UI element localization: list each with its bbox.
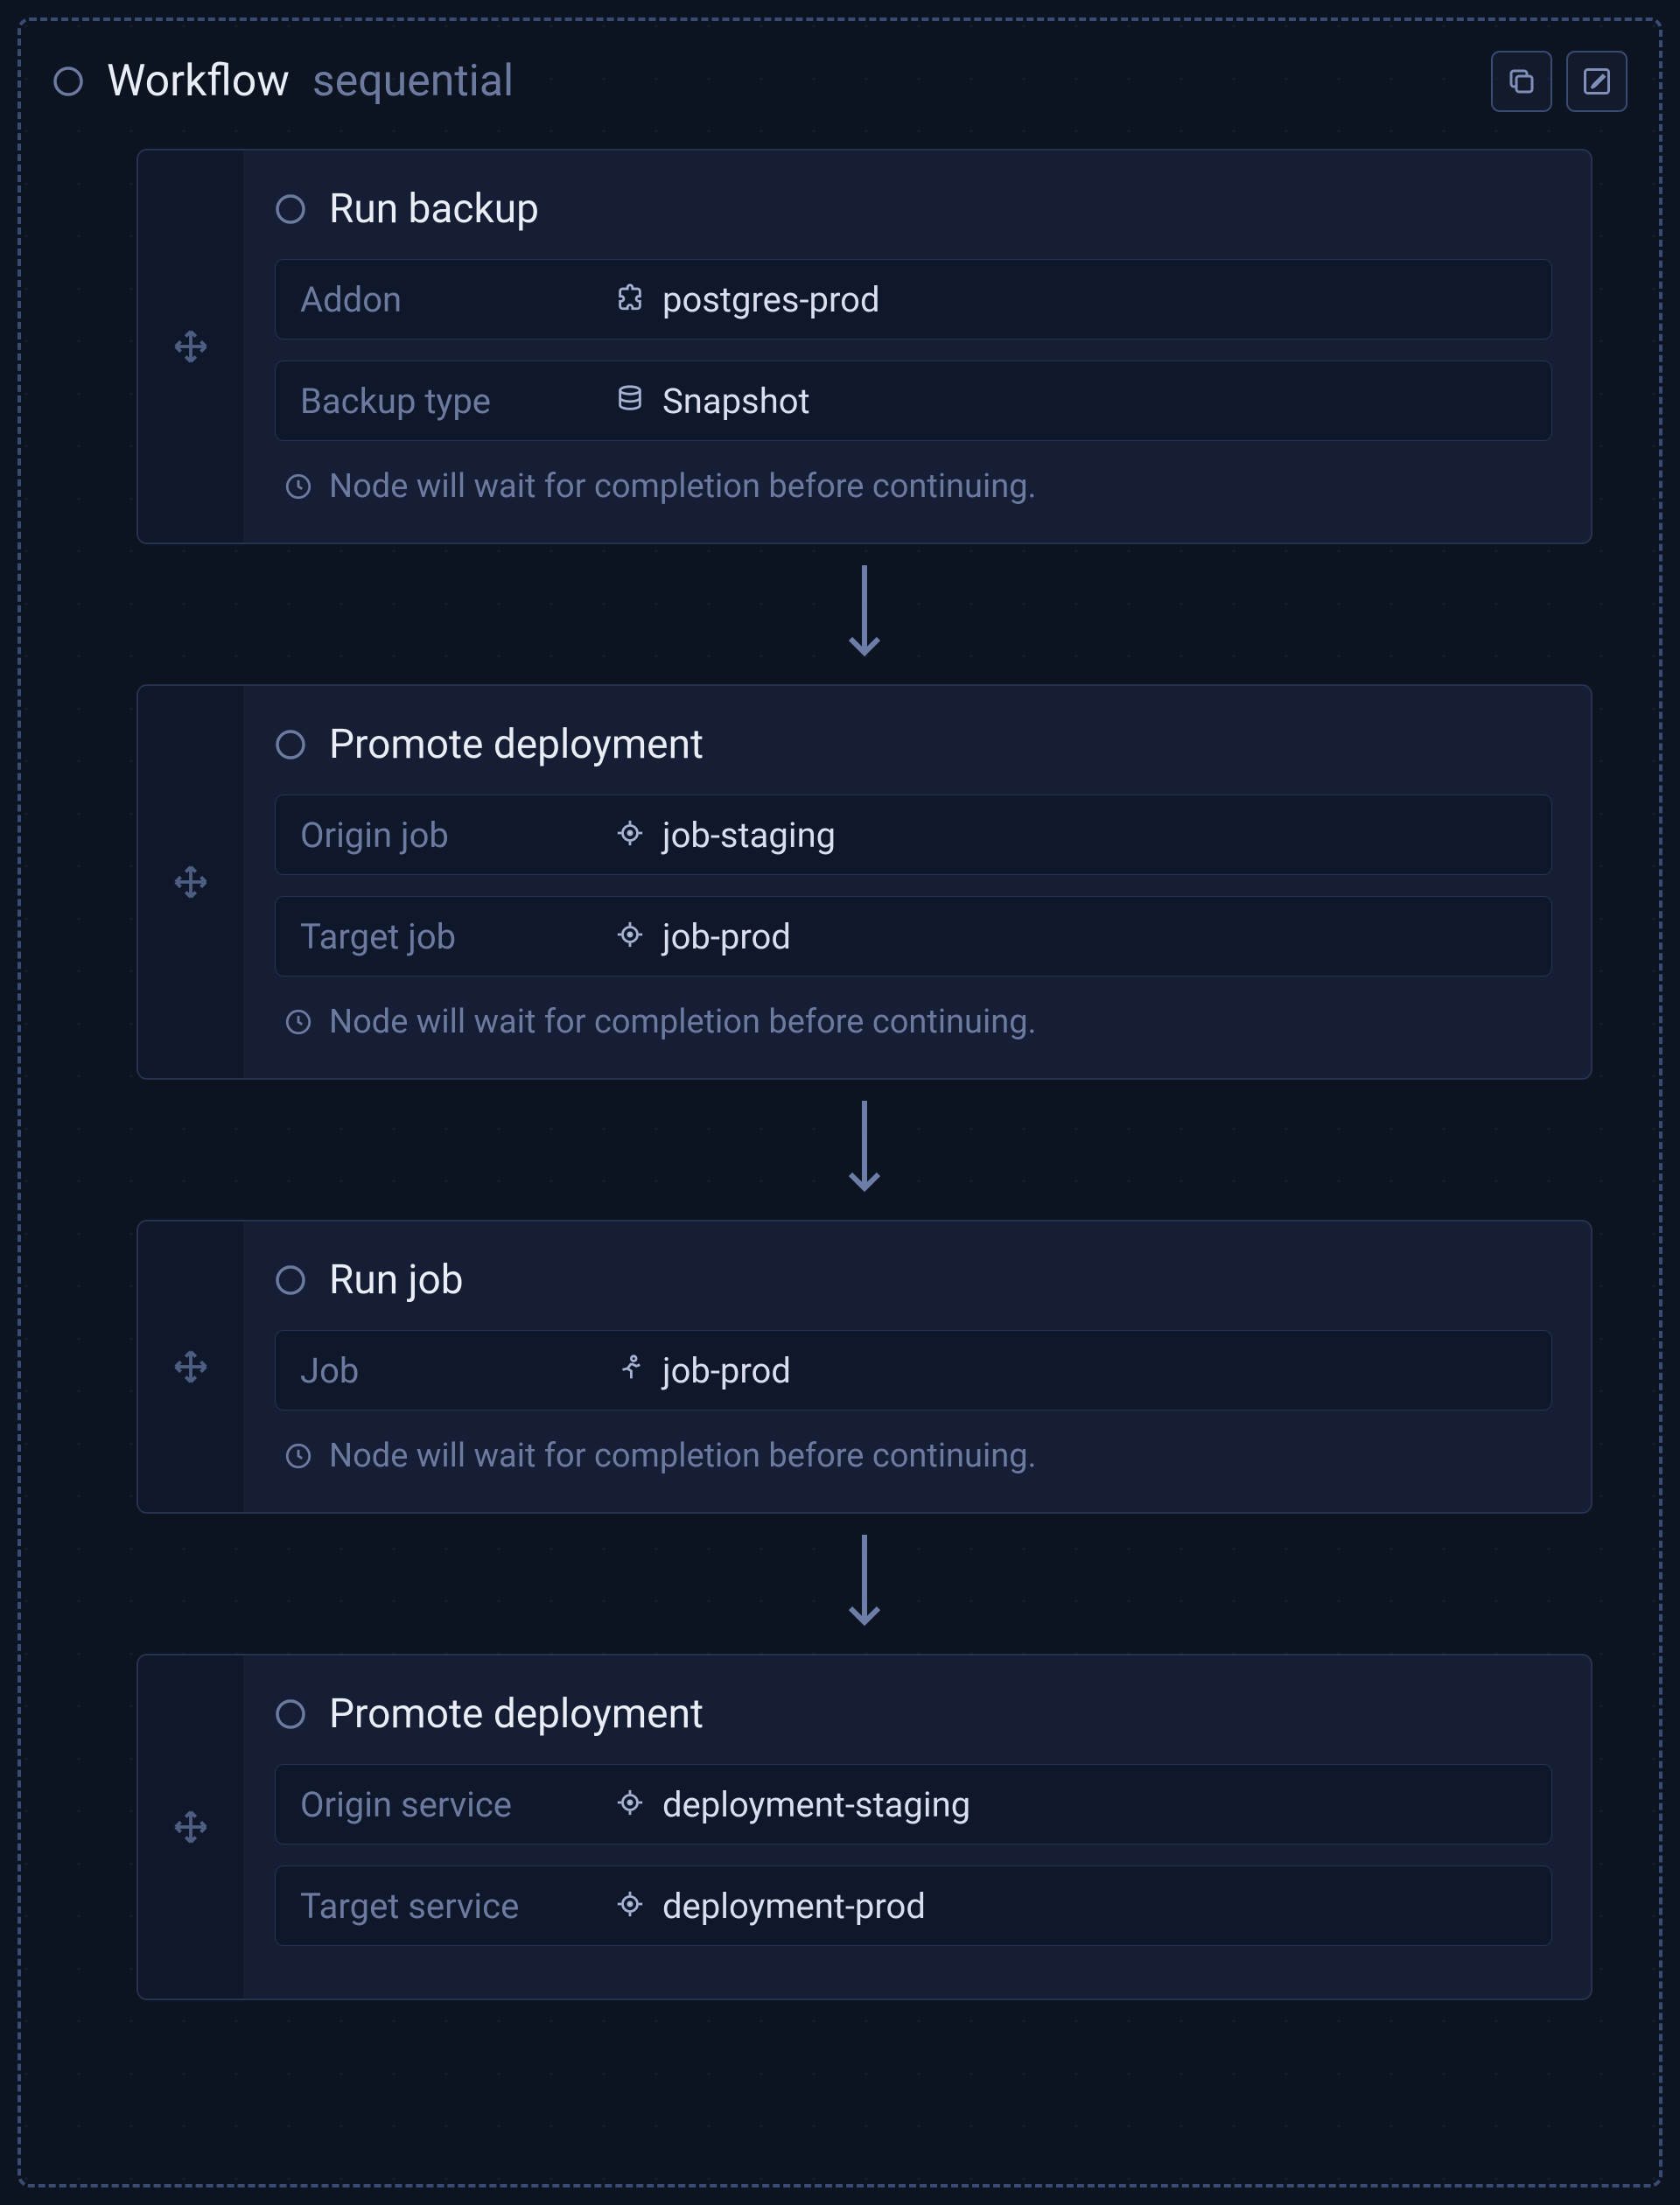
workflow-node[interactable]: Promote deployment Origin service deployme…: [136, 1654, 1592, 2000]
move-icon: [171, 862, 211, 902]
field-value: postgres-prod: [662, 279, 880, 320]
node-status-icon: [275, 193, 306, 225]
node-footer-text: Node will wait for completion before con…: [329, 1003, 1037, 1041]
node-title: Promote deployment: [329, 1690, 704, 1738]
arrow-down-icon: [844, 1088, 886, 1211]
field-value-wrap: Snapshot: [615, 381, 810, 422]
workflow-type: sequential: [312, 56, 514, 107]
field-row[interactable]: Target job job-prod: [275, 896, 1552, 976]
field-value: job-prod: [662, 916, 791, 957]
field-label: Target job: [300, 916, 615, 957]
node-title-row: Run backup: [275, 186, 1552, 233]
target-icon: [615, 818, 645, 851]
move-icon: [171, 1347, 211, 1387]
drag-handle[interactable]: [138, 1656, 243, 1998]
node-status-icon: [275, 1264, 306, 1296]
field-row[interactable]: Addon postgres-prod: [275, 259, 1552, 340]
workflow-node[interactable]: Run backup Addon postgres-prod Backup type S…: [136, 149, 1592, 544]
field-label: Addon: [300, 279, 615, 320]
field-row[interactable]: Backup type Snapshot: [275, 360, 1552, 441]
field-value: job-prod: [662, 1350, 791, 1391]
move-icon: [171, 326, 211, 367]
field-label: Target service: [300, 1886, 615, 1927]
drag-handle[interactable]: [138, 686, 243, 1078]
field-label: Backup type: [300, 381, 615, 422]
drag-handle[interactable]: [138, 1222, 243, 1512]
move-icon: [171, 1807, 211, 1847]
database-icon: [615, 384, 645, 417]
field-value: deployment-staging: [662, 1784, 970, 1825]
node-title-row: Promote deployment: [275, 721, 1552, 768]
node-body: Run job Job job-prod Node will wait for com…: [243, 1222, 1591, 1512]
field-label: Job: [300, 1350, 615, 1391]
workflow-node[interactable]: Promote deployment Origin job job-staging T…: [136, 684, 1592, 1080]
runner-icon: [615, 1354, 645, 1387]
field-row[interactable]: Origin job job-staging: [275, 794, 1552, 875]
field-row[interactable]: Target service deployment-prod: [275, 1866, 1552, 1946]
node-title-row: Promote deployment: [275, 1690, 1552, 1738]
field-value-wrap: job-prod: [615, 916, 791, 957]
target-icon: [615, 1889, 645, 1922]
clock-icon: [284, 1441, 313, 1471]
node-status-icon: [275, 1698, 306, 1730]
field-value: Snapshot: [662, 381, 810, 422]
field-row[interactable]: Job job-prod: [275, 1330, 1552, 1410]
arrow-connector: [136, 544, 1592, 684]
target-icon: [615, 1788, 645, 1821]
node-body: Promote deployment Origin service deployme…: [243, 1656, 1591, 1998]
node-footer: Node will wait for completion before con…: [275, 462, 1552, 508]
field-value-wrap: job-staging: [615, 815, 836, 856]
node-title: Run job: [329, 1256, 464, 1304]
copy-button[interactable]: [1491, 51, 1552, 112]
field-value-wrap: postgres-prod: [615, 279, 880, 320]
field-value-wrap: deployment-staging: [615, 1784, 970, 1825]
workflow-title: Workflow: [107, 56, 290, 107]
clock-icon: [284, 1007, 313, 1037]
field-value-wrap: deployment-prod: [615, 1886, 926, 1927]
clock-icon: [284, 472, 313, 501]
node-footer-text: Node will wait for completion before con…: [329, 1437, 1037, 1475]
workflow-node[interactable]: Run job Job job-prod Node will wait for com…: [136, 1220, 1592, 1514]
node-body: Promote deployment Origin job job-staging T…: [243, 686, 1591, 1078]
workflow-actions: [1491, 51, 1628, 112]
workflow-header: Workflow sequential: [52, 56, 514, 107]
field-label: Origin service: [300, 1784, 615, 1825]
field-value: job-staging: [662, 815, 836, 856]
copy-icon: [1506, 66, 1537, 97]
edit-button[interactable]: [1566, 51, 1628, 112]
node-title-row: Run job: [275, 1256, 1552, 1304]
node-title: Run backup: [329, 186, 539, 233]
target-icon: [615, 920, 645, 953]
node-footer-text: Node will wait for completion before con…: [329, 467, 1037, 506]
node-footer: Node will wait for completion before con…: [275, 998, 1552, 1043]
workflow-status-icon: [52, 66, 84, 97]
field-value: deployment-prod: [662, 1886, 926, 1927]
puzzle-icon: [615, 283, 645, 316]
arrow-connector: [136, 1080, 1592, 1220]
field-row[interactable]: Origin service deployment-staging: [275, 1764, 1552, 1844]
node-title: Promote deployment: [329, 721, 704, 768]
drag-handle[interactable]: [138, 150, 243, 542]
field-label: Origin job: [300, 815, 615, 856]
arrow-down-icon: [844, 553, 886, 676]
arrow-connector: [136, 1514, 1592, 1654]
node-body: Run backup Addon postgres-prod Backup type S…: [243, 150, 1591, 542]
workflow-nodes: Run backup Addon postgres-prod Backup type S…: [136, 149, 1592, 2000]
arrow-down-icon: [844, 1522, 886, 1645]
field-value-wrap: job-prod: [615, 1350, 791, 1391]
node-status-icon: [275, 729, 306, 760]
node-footer: Node will wait for completion before con…: [275, 1432, 1552, 1477]
edit-icon: [1581, 66, 1613, 97]
